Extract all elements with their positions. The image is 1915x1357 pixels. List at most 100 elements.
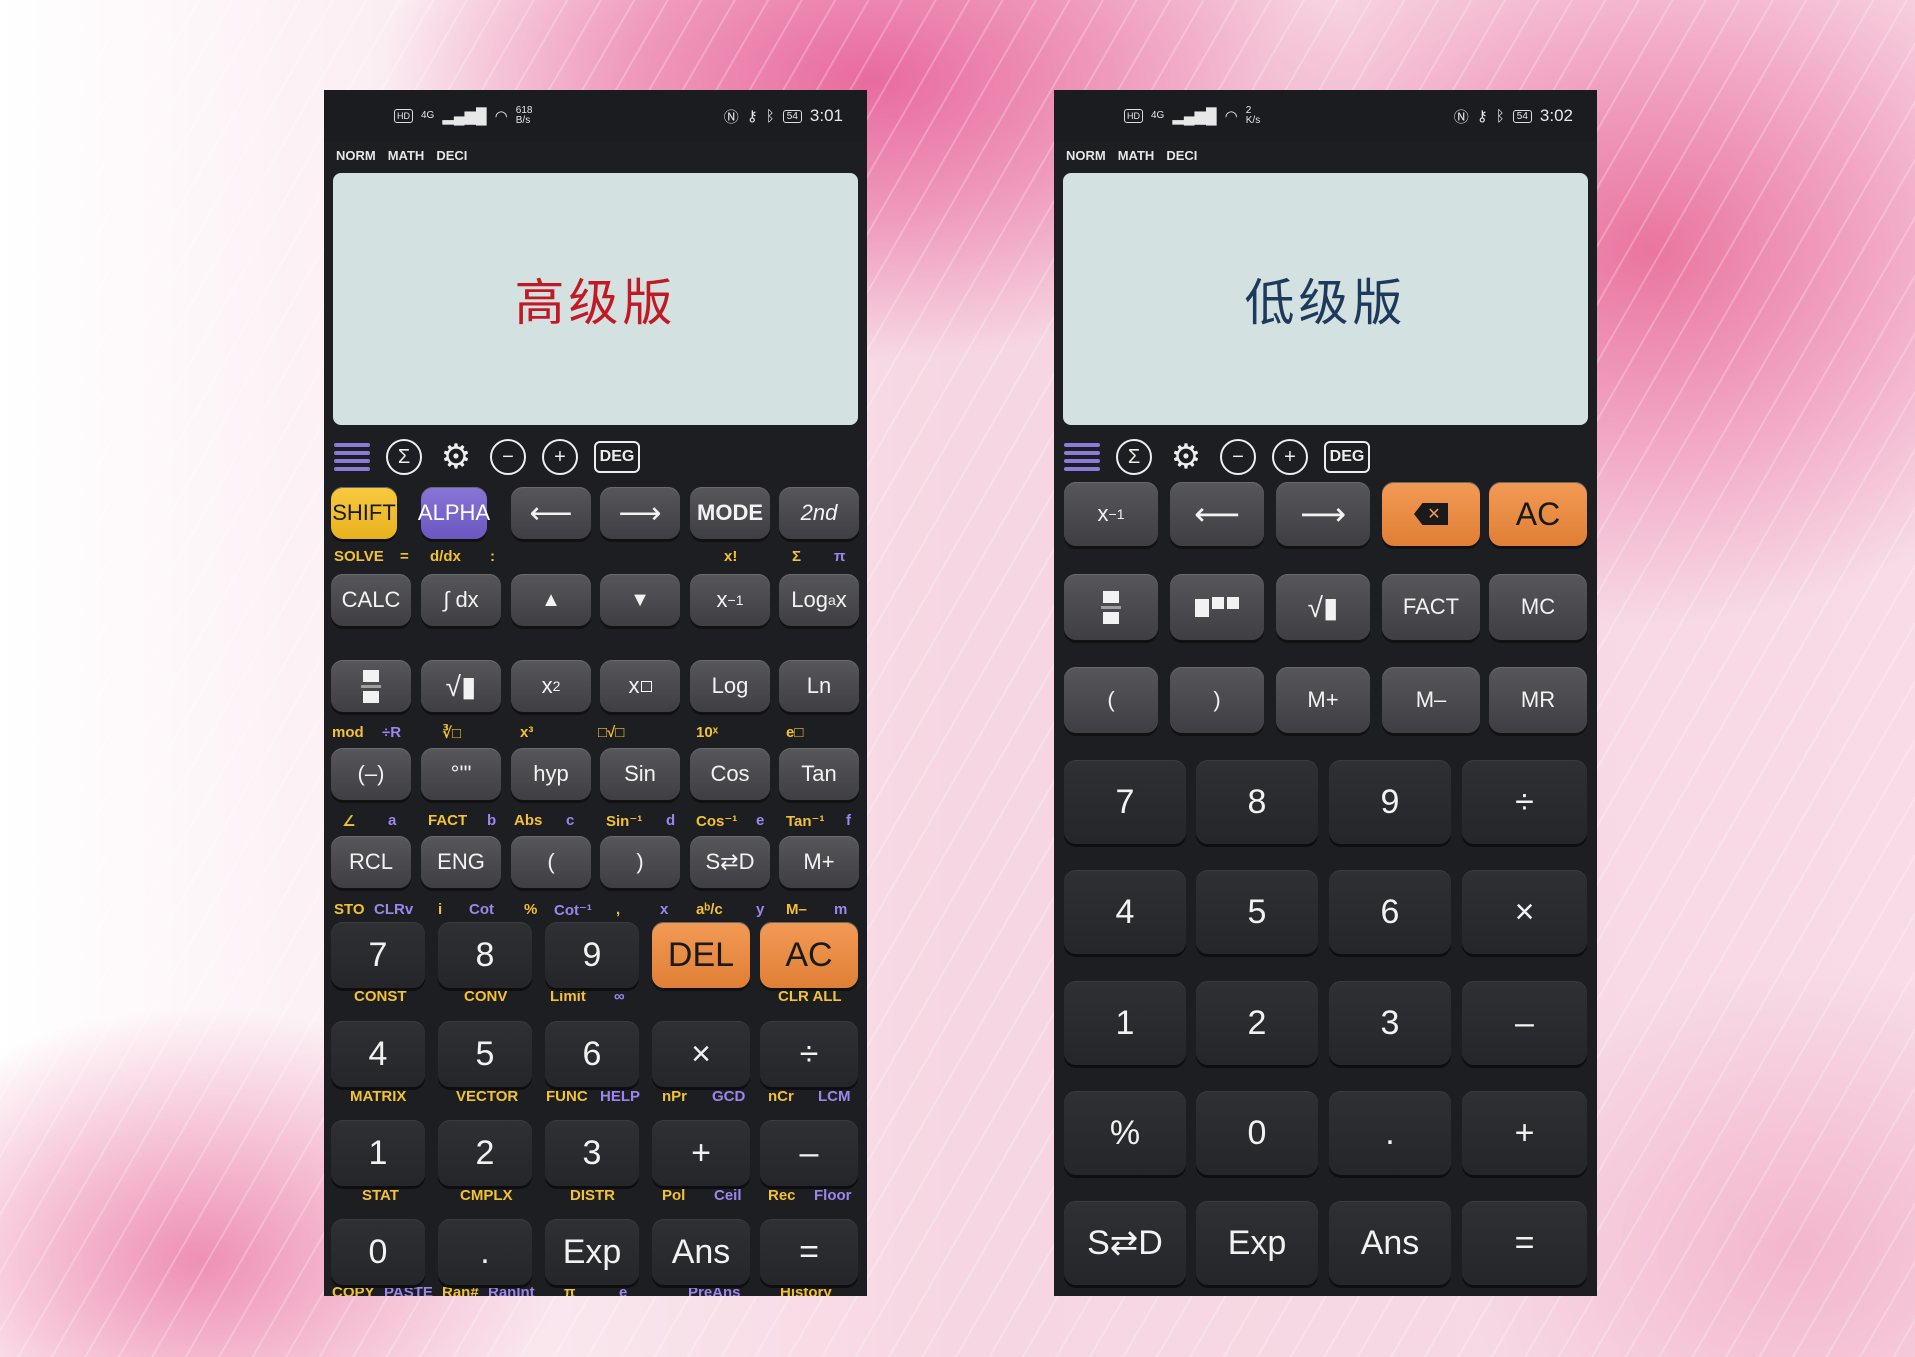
equals-button[interactable]: =	[1462, 1201, 1587, 1285]
digit-9-button[interactable]: 9	[1329, 760, 1451, 844]
power-button[interactable]: x	[600, 660, 680, 712]
shift-button[interactable]: SHIFT	[331, 487, 397, 539]
cursor-right-button[interactable]: ⟶	[600, 487, 680, 539]
sqrt-icon: √▮	[1307, 591, 1339, 623]
s-to-d-button[interactable]: S⇄D	[690, 836, 770, 888]
exp-button[interactable]: Exp	[1196, 1201, 1318, 1285]
log-button[interactable]: Log	[690, 660, 770, 712]
digit-8-button[interactable]: 8	[1196, 760, 1318, 844]
digit-5-button[interactable]: 5	[1196, 870, 1318, 954]
zoom-in-icon[interactable]: +	[1272, 439, 1308, 475]
multiply-button[interactable]: ×	[1462, 870, 1587, 954]
digit-4-button[interactable]: 4	[1064, 870, 1186, 954]
digit-0-button[interactable]: 0	[1196, 1091, 1318, 1175]
sigma-icon[interactable]: Σ	[1116, 439, 1152, 475]
mode-button[interactable]: MODE	[690, 487, 770, 539]
gear-icon[interactable]: ⚙	[1168, 438, 1204, 476]
fact-button[interactable]: FACT	[1382, 574, 1480, 640]
sin-button[interactable]: Sin	[600, 748, 680, 800]
cursor-right-button[interactable]: ⟶	[1276, 482, 1370, 546]
multiply-button[interactable]: ×	[652, 1021, 750, 1087]
digit-5-button[interactable]: 5	[438, 1021, 532, 1087]
cursor-left-button[interactable]: ⟵	[1170, 482, 1264, 546]
tan-button[interactable]: Tan	[779, 748, 859, 800]
divide-button[interactable]: ÷	[760, 1021, 858, 1087]
hyp-button[interactable]: hyp	[511, 748, 591, 800]
open-paren-button[interactable]: (	[1064, 667, 1158, 733]
cos-button[interactable]: Cos	[690, 748, 770, 800]
all-clear-button[interactable]: AC	[760, 922, 858, 988]
plus-button[interactable]: +	[652, 1120, 750, 1186]
cursor-down-button[interactable]: ▼	[600, 574, 680, 626]
menu-icon[interactable]	[1064, 443, 1100, 471]
reciprocal-button[interactable]: x −1	[690, 574, 770, 626]
cursor-left-button[interactable]: ⟵	[511, 487, 591, 539]
digit-2-button[interactable]: 2	[438, 1120, 532, 1186]
integral-button[interactable]: ∫ dx	[421, 574, 501, 626]
decimal-button[interactable]: .	[1329, 1091, 1451, 1175]
digit-6-button[interactable]: 6	[1329, 870, 1451, 954]
menu-icon[interactable]	[334, 443, 370, 471]
minus-button[interactable]: –	[760, 1120, 858, 1186]
open-paren-button[interactable]: (	[511, 836, 591, 888]
zoom-out-icon[interactable]: −	[1220, 439, 1256, 475]
digit-3-button[interactable]: 3	[1329, 981, 1451, 1065]
digit-2-button[interactable]: 2	[1196, 981, 1318, 1065]
digit-9-button[interactable]: 9	[545, 922, 639, 988]
digit-3-button[interactable]: 3	[545, 1120, 639, 1186]
digit-8-button[interactable]: 8	[438, 922, 532, 988]
digit-7-button[interactable]: 7	[1064, 760, 1186, 844]
ln-button[interactable]: Ln	[779, 660, 859, 712]
equals-button[interactable]: =	[760, 1219, 858, 1285]
zoom-in-icon[interactable]: +	[542, 439, 578, 475]
cursor-up-button[interactable]: ▲	[511, 574, 591, 626]
calc-button[interactable]: CALC	[331, 574, 411, 626]
degree-minute-second-button[interactable]: °'"	[421, 748, 501, 800]
minus-button[interactable]: –	[1462, 981, 1587, 1065]
sqrt-button[interactable]: √▮	[1276, 574, 1370, 640]
fraction-button[interactable]	[1064, 574, 1158, 640]
digit-6-button[interactable]: 6	[545, 1021, 639, 1087]
digit-1-button[interactable]: 1	[1064, 981, 1186, 1065]
m-plus-button[interactable]: M+	[779, 836, 859, 888]
rcl-button[interactable]: RCL	[331, 836, 411, 888]
decimal-button[interactable]: .	[438, 1219, 532, 1285]
divide-button[interactable]: ÷	[1462, 760, 1587, 844]
fraction-button[interactable]	[331, 660, 411, 712]
label-d: d	[666, 812, 676, 829]
zoom-out-icon[interactable]: −	[490, 439, 526, 475]
all-clear-button[interactable]: AC	[1489, 482, 1587, 546]
digit-7-button[interactable]: 7	[331, 922, 425, 988]
digit-1-button[interactable]: 1	[331, 1120, 425, 1186]
alpha-button[interactable]: ALPHA	[418, 487, 490, 539]
second-function-button[interactable]: 2nd	[779, 487, 859, 539]
reciprocal-button[interactable]: x −1	[1064, 482, 1158, 546]
exp-button[interactable]: Exp	[545, 1219, 639, 1285]
ans-button[interactable]: Ans	[1329, 1201, 1451, 1285]
eng-button[interactable]: ENG	[421, 836, 501, 888]
gear-icon[interactable]: ⚙	[438, 438, 474, 476]
negative-button[interactable]: (–)	[331, 748, 411, 800]
angle-mode-button[interactable]: DEG	[594, 441, 640, 473]
memory-clear-button[interactable]: MC	[1489, 574, 1587, 640]
plus-button[interactable]: +	[1462, 1091, 1587, 1175]
square-button[interactable]: x2	[511, 660, 591, 712]
memory-recall-button[interactable]: MR	[1489, 667, 1587, 733]
digit-4-button[interactable]: 4	[331, 1021, 425, 1087]
backspace-button[interactable]: ✕	[1382, 482, 1480, 546]
mixed-fraction-button[interactable]	[1170, 574, 1264, 640]
s-to-d-button[interactable]: S⇄D	[1064, 1201, 1186, 1285]
delete-button[interactable]: DEL	[652, 922, 750, 988]
ans-button[interactable]: Ans	[652, 1219, 750, 1285]
percent-button[interactable]: %	[1064, 1091, 1186, 1175]
angle-mode-button[interactable]: DEG	[1324, 441, 1370, 473]
digit-0-button[interactable]: 0	[331, 1219, 425, 1285]
close-paren-button[interactable]: )	[600, 836, 680, 888]
close-paren-button[interactable]: )	[1170, 667, 1264, 733]
m-plus-button[interactable]: M+	[1276, 667, 1370, 733]
mode-norm: NORM	[336, 148, 376, 163]
sigma-icon[interactable]: Σ	[386, 439, 422, 475]
log-base-button[interactable]: Log a x	[779, 574, 859, 626]
sqrt-button[interactable]: √▮	[421, 660, 501, 712]
m-minus-button[interactable]: M–	[1382, 667, 1480, 733]
